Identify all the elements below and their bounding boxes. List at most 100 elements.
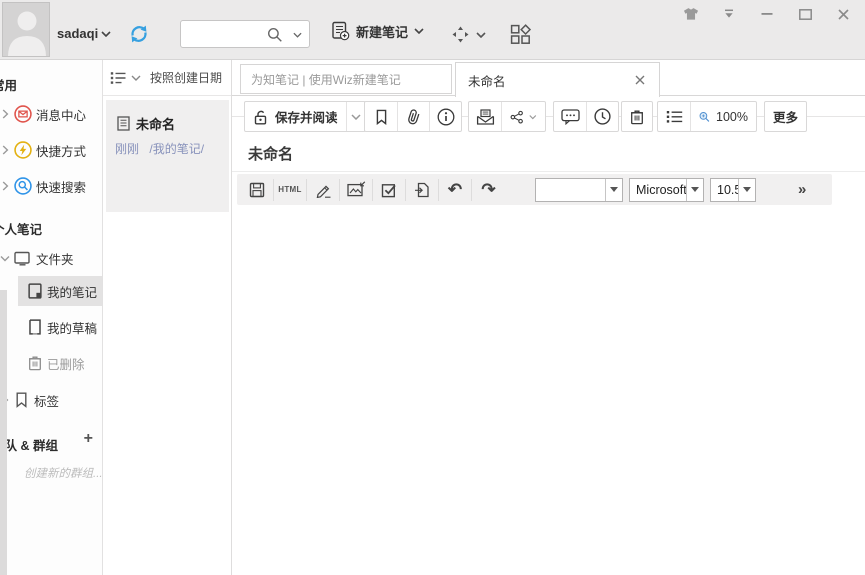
- paragraph-style-select[interactable]: [535, 178, 623, 202]
- more-label: 更多: [773, 107, 798, 126]
- zoom-magnifier-icon: [699, 109, 710, 125]
- editor-insert-image-button[interactable]: [340, 179, 373, 201]
- note-item-folder: /我的笔记/: [149, 142, 204, 156]
- sidebar-item-tags[interactable]: 标签: [0, 388, 102, 412]
- send-email-button[interactable]: [469, 102, 501, 131]
- sidebar-item-label: 已删除: [47, 354, 85, 373]
- bookmark-button[interactable]: [365, 102, 397, 131]
- sidebar-item-label: 标签: [34, 391, 59, 410]
- tags-icon: [15, 392, 28, 408]
- sidebar-header-groups: 团队 & 群组 +: [0, 432, 102, 456]
- theme-button[interactable]: [683, 6, 699, 22]
- shortcut-icon: [14, 141, 32, 159]
- attachment-button[interactable]: [397, 102, 429, 131]
- layout-move-button[interactable]: [452, 26, 486, 43]
- shirt-icon: [683, 7, 699, 21]
- editor-content[interactable]: [232, 208, 865, 575]
- sidebar-item-my-drafts[interactable]: 我的草稿: [0, 315, 102, 339]
- outline-list-icon: [666, 110, 683, 124]
- new-note-icon: [330, 21, 350, 41]
- sync-button[interactable]: [128, 23, 150, 45]
- checkbox-icon: [381, 182, 397, 198]
- clock-icon: [594, 108, 611, 125]
- maximize-button[interactable]: [797, 6, 813, 22]
- editor-save-button[interactable]: [241, 179, 274, 201]
- avatar[interactable]: [2, 2, 50, 57]
- font-family-value: Microsoft: [630, 183, 686, 197]
- collapse-toolbar-button[interactable]: [721, 6, 737, 22]
- tab-label: 为知笔记 | 使用Wiz新建笔记: [251, 71, 441, 88]
- note-info-button[interactable]: [429, 102, 461, 131]
- minimize-button[interactable]: [759, 6, 775, 22]
- font-size-value: 10.5: [711, 183, 738, 197]
- section-label: 团队 & 群组: [0, 435, 58, 454]
- history-button[interactable]: [586, 102, 618, 131]
- share-button[interactable]: [501, 102, 545, 131]
- font-size-select[interactable]: 10.5: [710, 178, 756, 202]
- zoom-level-label: 100%: [716, 110, 748, 124]
- chevron-down-icon: [131, 75, 141, 81]
- search-button[interactable]: [267, 27, 283, 43]
- comments-button[interactable]: [554, 102, 586, 131]
- note-list-header: 按照创建日期: [103, 60, 231, 96]
- editor-redo-button[interactable]: ↷: [472, 179, 505, 201]
- dropdown-arrow-icon: [686, 179, 703, 201]
- save-and-read-label: 保存并阅读: [275, 107, 338, 126]
- add-group-button[interactable]: +: [84, 430, 93, 448]
- view-layout-button[interactable]: [510, 24, 531, 45]
- close-icon: [838, 9, 849, 20]
- minimize-icon: [761, 9, 773, 19]
- note-list-panel: 按照创建日期 未命名 刚刚 /我的笔记/: [103, 60, 232, 575]
- editor-undo-button[interactable]: ↶: [439, 179, 472, 201]
- note-list-item[interactable]: 未命名 刚刚 /我的笔记/: [106, 100, 229, 212]
- tab-untitled[interactable]: 未命名: [455, 62, 660, 97]
- delete-note-button[interactable]: [622, 102, 652, 131]
- more-button[interactable]: 更多: [765, 102, 806, 131]
- close-button[interactable]: [835, 6, 851, 22]
- save-and-read-button[interactable]: 保存并阅读: [245, 102, 346, 131]
- save-options-button[interactable]: [346, 102, 365, 131]
- editor-insert-template-button[interactable]: [406, 179, 439, 201]
- editor-checklist-button[interactable]: [373, 179, 406, 201]
- topbar: sadaqi: [0, 0, 865, 60]
- trash-icon: [28, 355, 42, 371]
- note-title-input[interactable]: 未命名: [248, 143, 293, 164]
- outline-button[interactable]: [658, 102, 690, 131]
- search-input[interactable]: [187, 24, 275, 44]
- zoom-button[interactable]: 100%: [690, 102, 756, 131]
- sort-order-button[interactable]: 按照创建日期: [150, 69, 222, 86]
- grid-squares-icon: [510, 24, 531, 45]
- editor-handwrite-button[interactable]: [307, 179, 340, 201]
- chevron-down-icon: [293, 32, 302, 38]
- new-note-button[interactable]: 新建笔记: [330, 21, 424, 41]
- create-group-link[interactable]: 创建新的群组...: [24, 465, 103, 481]
- image-capture-icon: [347, 181, 366, 198]
- pencil-icon: [315, 181, 332, 198]
- sidebar-item-shortcuts[interactable]: 快捷方式: [0, 138, 102, 162]
- sync-icon: [128, 23, 150, 45]
- share-icon: [510, 109, 523, 125]
- editor-html-button[interactable]: HTML: [274, 179, 307, 201]
- account-menu-button[interactable]: [101, 31, 111, 37]
- section-label: 个人笔记: [0, 219, 42, 238]
- sidebar-item-label: 消息中心: [36, 105, 86, 124]
- section-label: 常用: [0, 75, 17, 94]
- search-options-button[interactable]: [293, 32, 302, 38]
- sidebar-item-label: 文件夹: [36, 249, 74, 268]
- sidebar-item-label: 快速搜索: [36, 177, 86, 196]
- sidebar-item-message-center[interactable]: 消息中心: [0, 102, 102, 126]
- sidebar-item-folders[interactable]: 文件夹: [0, 246, 102, 270]
- font-family-select[interactable]: Microsoft: [629, 178, 704, 202]
- sidebar-item-deleted[interactable]: 已删除: [0, 351, 102, 375]
- new-note-label: 新建笔记: [356, 22, 408, 41]
- sidebar-item-quick-search[interactable]: 快速搜索: [0, 174, 102, 198]
- tab-close-button[interactable]: [633, 73, 647, 87]
- chevron-down-icon: [0, 255, 10, 262]
- tab-welcome[interactable]: 为知笔记 | 使用Wiz新建笔记: [240, 64, 452, 94]
- toolbar-expand-button[interactable]: »: [798, 181, 806, 198]
- sidebar-item-my-notes[interactable]: 我的笔记: [0, 279, 102, 303]
- paperclip-icon: [406, 108, 421, 125]
- username-label[interactable]: sadaqi: [57, 26, 98, 41]
- undo-icon: ↶: [448, 181, 462, 198]
- sidebar-item-label: 快捷方式: [36, 141, 86, 160]
